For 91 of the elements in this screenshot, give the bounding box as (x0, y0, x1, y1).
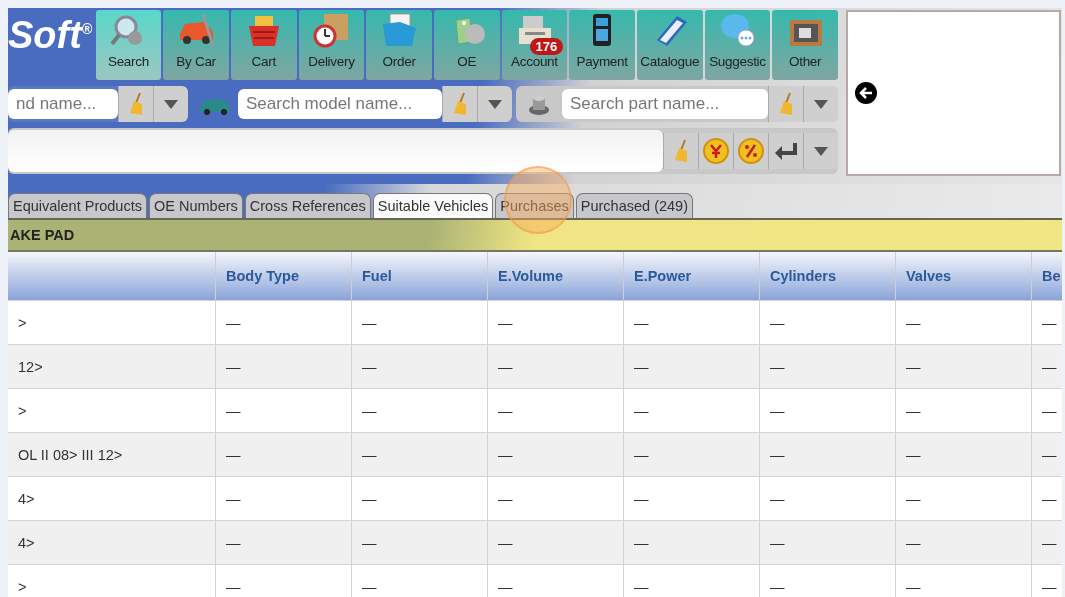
column-header: Cylinders (759, 252, 896, 301)
speech-bubble-icon (718, 12, 757, 48)
enter-icon (773, 141, 799, 161)
tab[interactable]: Purchased (249) (575, 193, 693, 218)
column-header: Be (1031, 252, 1062, 301)
logo: Soft$^{®}$ (8, 13, 94, 58)
table-cell: — (487, 520, 624, 565)
table-cell: — (215, 432, 352, 477)
table-cell: — (487, 300, 624, 345)
table-cell: — (215, 344, 352, 389)
coin-icon (737, 137, 765, 165)
percent-button[interactable] (733, 133, 768, 169)
table-cell: OL II 08> III 12> (8, 432, 216, 477)
table-cell: — (1031, 300, 1062, 345)
folder-icon (380, 12, 419, 48)
table-cell: 4> (8, 520, 216, 565)
tab[interactable]: Suitable Vehicles (372, 193, 494, 218)
table-cell: — (215, 388, 352, 433)
yen-button[interactable] (698, 133, 733, 169)
table-cell: — (487, 388, 624, 433)
table-cell: — (623, 432, 760, 477)
tab[interactable]: OE Numbers (148, 193, 243, 218)
table-cell: — (623, 344, 760, 389)
column-header: Body Type (215, 252, 352, 301)
input-field[interactable] (8, 130, 663, 172)
table-cell: — (351, 344, 488, 389)
toolbar-button[interactable]: Cart (230, 10, 297, 80)
table-cell: — (895, 432, 1032, 477)
dropdown-button[interactable] (153, 86, 188, 122)
column-header: Valves (895, 252, 1032, 301)
table-cell: — (895, 300, 1032, 345)
caret-icon (162, 97, 180, 111)
table-cell: > (8, 388, 216, 433)
coin-icon (702, 137, 730, 165)
enter-button[interactable] (768, 133, 803, 169)
column-header: E.Power (623, 252, 760, 301)
table-cell: — (895, 388, 1032, 433)
toolbar-button[interactable]: OE (433, 10, 500, 80)
table-cell: — (895, 344, 1032, 389)
table-cell: > (8, 300, 216, 345)
dropdown-button[interactable] (477, 86, 512, 122)
table-cell: — (623, 300, 760, 345)
table-cell: — (759, 520, 896, 565)
table-cell: — (623, 476, 760, 521)
caret-icon (812, 97, 830, 111)
section-title: AKE PAD (10, 227, 75, 243)
search-field[interactable]: nd name... (8, 89, 118, 119)
toolbar-button[interactable]: Payment (569, 10, 635, 80)
table-cell: — (215, 300, 352, 345)
caret-icon (812, 144, 830, 158)
table-cell: — (487, 344, 624, 389)
toolbar-button[interactable]: Delivery (298, 10, 365, 80)
dropdown-button[interactable] (803, 133, 838, 169)
toolbar-button[interactable]: Other (772, 10, 838, 80)
table-cell: 12> (8, 344, 216, 389)
table-cell: — (351, 388, 488, 433)
tab[interactable]: Cross References (244, 193, 371, 218)
toolbar-button[interactable]: Catalogue (636, 10, 703, 80)
table-cell: — (759, 388, 896, 433)
table-cell: — (895, 476, 1032, 521)
table-cell: — (215, 476, 352, 521)
table-cell: — (895, 520, 1032, 565)
table-cell: — (487, 432, 624, 477)
table-cell: — (215, 520, 352, 565)
caret-icon (486, 97, 504, 111)
column-header: E.Volume (487, 252, 624, 301)
table-cell: — (759, 300, 896, 345)
table-cell: — (351, 476, 488, 521)
column-header: Fuel (351, 252, 488, 301)
table-cell: — (623, 520, 760, 565)
search-field[interactable]: Search part name... (562, 89, 768, 119)
car-icon (177, 12, 216, 48)
table-cell: — (351, 520, 488, 565)
toolbar-button[interactable]: Suggestic (704, 10, 771, 80)
box-clock-icon (312, 12, 351, 48)
toolbar-button[interactable]: Order (366, 10, 432, 80)
count-badge: 176 (529, 38, 564, 55)
table-cell: 4> (8, 476, 216, 521)
search-field[interactable]: Search model name... (238, 89, 442, 119)
table-cell: — (759, 344, 896, 389)
table-cell: — (351, 432, 488, 477)
dropdown-button[interactable] (803, 86, 838, 122)
tab[interactable]: Equivalent Products (8, 193, 147, 218)
table-cell: — (759, 476, 896, 521)
table-cell: — (487, 476, 624, 521)
toolbar-button[interactable]: By Car (163, 10, 229, 80)
table-cell: — (759, 432, 896, 477)
toolbar-button[interactable]: Search (95, 10, 162, 80)
toolbar-button[interactable]: Account 176 (501, 10, 568, 80)
table-cell: — (623, 388, 760, 433)
table-cell: — (351, 300, 488, 345)
